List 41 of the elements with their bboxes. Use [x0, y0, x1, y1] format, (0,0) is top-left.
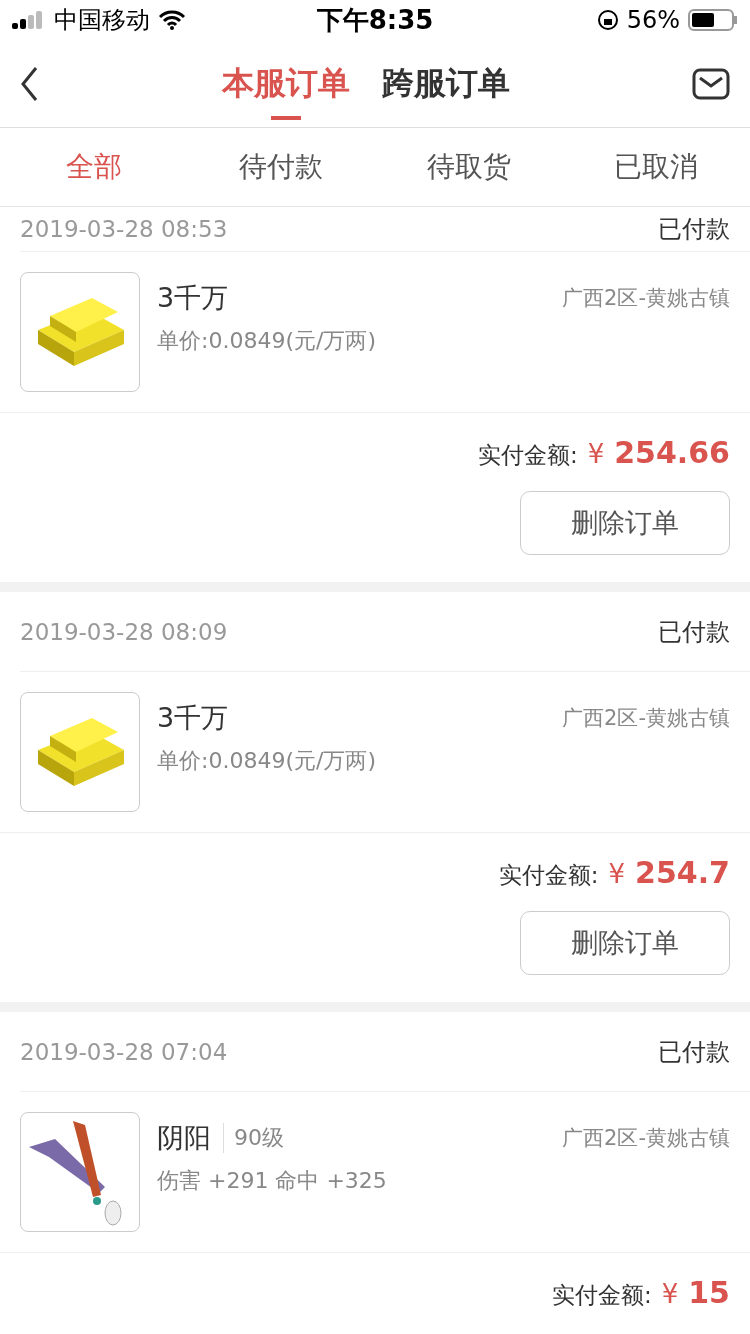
- item-detail: 单价:0.0849(元/万两): [157, 327, 377, 355]
- order-status: 已付款: [658, 616, 730, 648]
- currency-sign: ¥: [661, 1279, 679, 1309]
- order-tab[interactable]: 本服订单: [222, 39, 350, 128]
- filter-tab[interactable]: 已取消: [562, 128, 750, 206]
- delete-order-button[interactable]: 删除订单: [520, 491, 730, 555]
- clock-time: 下午8:35: [315, 3, 435, 37]
- mail-icon[interactable]: [692, 67, 730, 100]
- filter-tab[interactable]: 待取货: [375, 128, 563, 206]
- delete-order-button[interactable]: 删除订单: [520, 911, 730, 975]
- currency-sign: ¥: [608, 859, 626, 889]
- order-status: 已付款: [658, 1036, 730, 1068]
- item-name: 3千万: [157, 281, 229, 315]
- item-level: 90级: [223, 1123, 284, 1153]
- total-label: 实付金额:: [477, 441, 578, 470]
- filter-tab[interactable]: 全部: [0, 128, 188, 206]
- order-time: 2019-03-28 07:04: [20, 1038, 228, 1065]
- wifi-icon: [158, 10, 186, 30]
- total-label: 实付金额:: [551, 1281, 652, 1310]
- order-time: 2019-03-28 08:09: [20, 618, 228, 645]
- order-tab[interactable]: 跨服订单: [382, 39, 510, 128]
- server-name: 广西2区-黄姚古镇: [562, 285, 730, 312]
- order-status: 已付款: [658, 214, 730, 245]
- item-name: 阴阳: [157, 1121, 211, 1155]
- battery-icon: [688, 9, 738, 31]
- carrier-name: 中国移动: [54, 5, 150, 36]
- paid-amount: 254.7: [635, 855, 730, 890]
- filter-tab[interactable]: 待付款: [187, 128, 375, 206]
- order-time: 2019-03-28 08:53: [20, 216, 228, 242]
- item-detail: 单价:0.0849(元/万两): [157, 747, 377, 775]
- item-detail: 伤害 +291 命中 +325: [157, 1167, 388, 1195]
- rotation-lock-icon: [596, 9, 619, 31]
- paid-amount: 254.66: [614, 435, 730, 470]
- item-name: 3千万: [157, 701, 229, 735]
- back-icon[interactable]: [20, 65, 40, 102]
- currency-sign: ¥: [587, 439, 605, 469]
- paid-amount: 15: [688, 1275, 730, 1310]
- battery-percent: 56%: [626, 6, 680, 34]
- server-name: 广西2区-黄姚古镇: [562, 705, 730, 732]
- server-name: 广西2区-黄姚古镇: [562, 1125, 730, 1152]
- total-label: 实付金额:: [498, 861, 599, 890]
